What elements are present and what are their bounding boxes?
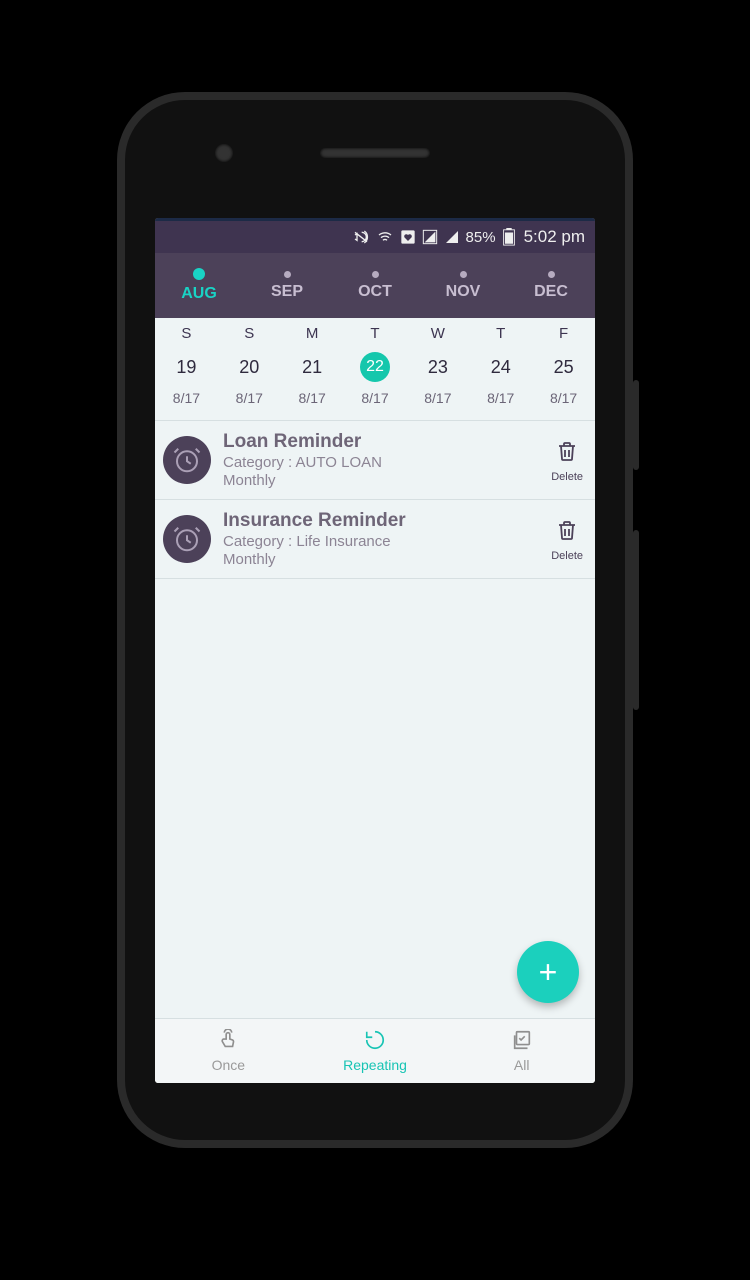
day-cell[interactable]: 24 xyxy=(469,344,532,390)
screen: 85% 5:02 pm AUG SEP OCT NOV DEC S S M T … xyxy=(155,218,595,1083)
item-title: Insurance Reminder xyxy=(223,510,551,532)
weekday-cell: T xyxy=(344,318,407,344)
weekday-cell: T xyxy=(469,318,532,344)
battery-pct-label: 85% xyxy=(466,229,496,246)
item-body: Insurance Reminder Category : Life Insur… xyxy=(223,510,551,568)
day-cell[interactable]: 20 xyxy=(218,344,281,390)
add-button[interactable]: + xyxy=(517,941,579,1003)
day-cell[interactable]: 21 xyxy=(281,344,344,390)
weekday-cell: S xyxy=(155,318,218,344)
speaker-grille xyxy=(320,148,430,158)
clock-label: 5:02 pm xyxy=(524,227,585,247)
day-cell[interactable]: 19 xyxy=(155,344,218,390)
trash-icon xyxy=(555,438,579,469)
month-tab-oct[interactable]: OCT xyxy=(331,253,419,318)
month-label: NOV xyxy=(446,283,481,301)
side-button-top xyxy=(633,380,639,470)
tab-label: Repeating xyxy=(343,1057,407,1073)
wifi-icon xyxy=(376,229,394,245)
month-dot xyxy=(372,271,379,278)
weekday-cell: W xyxy=(406,318,469,344)
month-dot xyxy=(284,271,291,278)
tab-once[interactable]: Once xyxy=(155,1019,302,1083)
tap-icon xyxy=(217,1029,239,1056)
item-category: Category : AUTO LOAN xyxy=(223,454,551,471)
signal-2-icon xyxy=(444,229,460,245)
status-bar: 85% 5:02 pm xyxy=(155,218,595,253)
day-cell-selected[interactable]: 22 xyxy=(344,344,407,390)
weekday-cell: F xyxy=(532,318,595,344)
weekday-row: S S M T W T F xyxy=(155,318,595,344)
vibrate-icon xyxy=(352,229,370,245)
month-dot xyxy=(193,268,205,280)
weekday-cell: M xyxy=(281,318,344,344)
delete-button[interactable]: Delete xyxy=(551,438,583,483)
item-body: Loan Reminder Category : AUTO LOAN Month… xyxy=(223,431,551,489)
day-cell[interactable]: 23 xyxy=(406,344,469,390)
phone-frame: 85% 5:02 pm AUG SEP OCT NOV DEC S S M T … xyxy=(125,100,625,1140)
side-button-bottom xyxy=(633,530,639,710)
month-label: SEP xyxy=(271,283,303,301)
month-label: AUG xyxy=(181,285,217,303)
day-sub: 8/17 xyxy=(155,390,218,420)
delete-button[interactable]: Delete xyxy=(551,517,583,562)
item-frequency: Monthly xyxy=(223,472,551,489)
delete-label: Delete xyxy=(551,471,583,483)
bottom-tabs: Once Repeating All xyxy=(155,1018,595,1083)
month-tab-nov[interactable]: NOV xyxy=(419,253,507,318)
alarm-clock-icon xyxy=(163,515,211,563)
weekday-cell: S xyxy=(218,318,281,344)
item-title: Loan Reminder xyxy=(223,431,551,453)
front-camera xyxy=(215,144,233,162)
day-sub: 8/17 xyxy=(406,390,469,420)
battery-icon xyxy=(502,228,516,246)
month-tab-sep[interactable]: SEP xyxy=(243,253,331,318)
item-category: Category : Life Insurance xyxy=(223,533,551,550)
tab-label: All xyxy=(514,1057,530,1073)
plus-icon: + xyxy=(539,954,558,991)
tab-repeating[interactable]: Repeating xyxy=(302,1019,449,1083)
day-cell[interactable]: 25 xyxy=(532,344,595,390)
repeat-icon xyxy=(364,1029,386,1056)
trash-icon xyxy=(555,517,579,548)
tab-label: Once xyxy=(212,1057,245,1073)
reminder-list: Loan Reminder Category : AUTO LOAN Month… xyxy=(155,420,595,579)
month-tab-dec[interactable]: DEC xyxy=(507,253,595,318)
list-item[interactable]: Insurance Reminder Category : Life Insur… xyxy=(155,500,595,579)
day-sub: 8/17 xyxy=(532,390,595,420)
month-tab-aug[interactable]: AUG xyxy=(155,253,243,318)
month-label: OCT xyxy=(358,283,392,301)
day-sub: 8/17 xyxy=(218,390,281,420)
alarm-clock-icon xyxy=(163,436,211,484)
heart-app-icon xyxy=(400,229,416,245)
tab-all[interactable]: All xyxy=(448,1019,595,1083)
day-sub: 8/17 xyxy=(281,390,344,420)
day-sub-row: 8/17 8/17 8/17 8/17 8/17 8/17 8/17 xyxy=(155,390,595,420)
month-tabs: AUG SEP OCT NOV DEC xyxy=(155,253,595,318)
checklist-icon xyxy=(511,1029,533,1056)
month-label: DEC xyxy=(534,283,568,301)
delete-label: Delete xyxy=(551,550,583,562)
month-dot xyxy=(548,271,555,278)
day-sub: 8/17 xyxy=(344,390,407,420)
month-dot xyxy=(460,271,467,278)
day-row: 19 20 21 22 23 24 25 xyxy=(155,344,595,390)
item-frequency: Monthly xyxy=(223,551,551,568)
signal-1-icon xyxy=(422,229,438,245)
day-sub: 8/17 xyxy=(469,390,532,420)
list-item[interactable]: Loan Reminder Category : AUTO LOAN Month… xyxy=(155,421,595,500)
